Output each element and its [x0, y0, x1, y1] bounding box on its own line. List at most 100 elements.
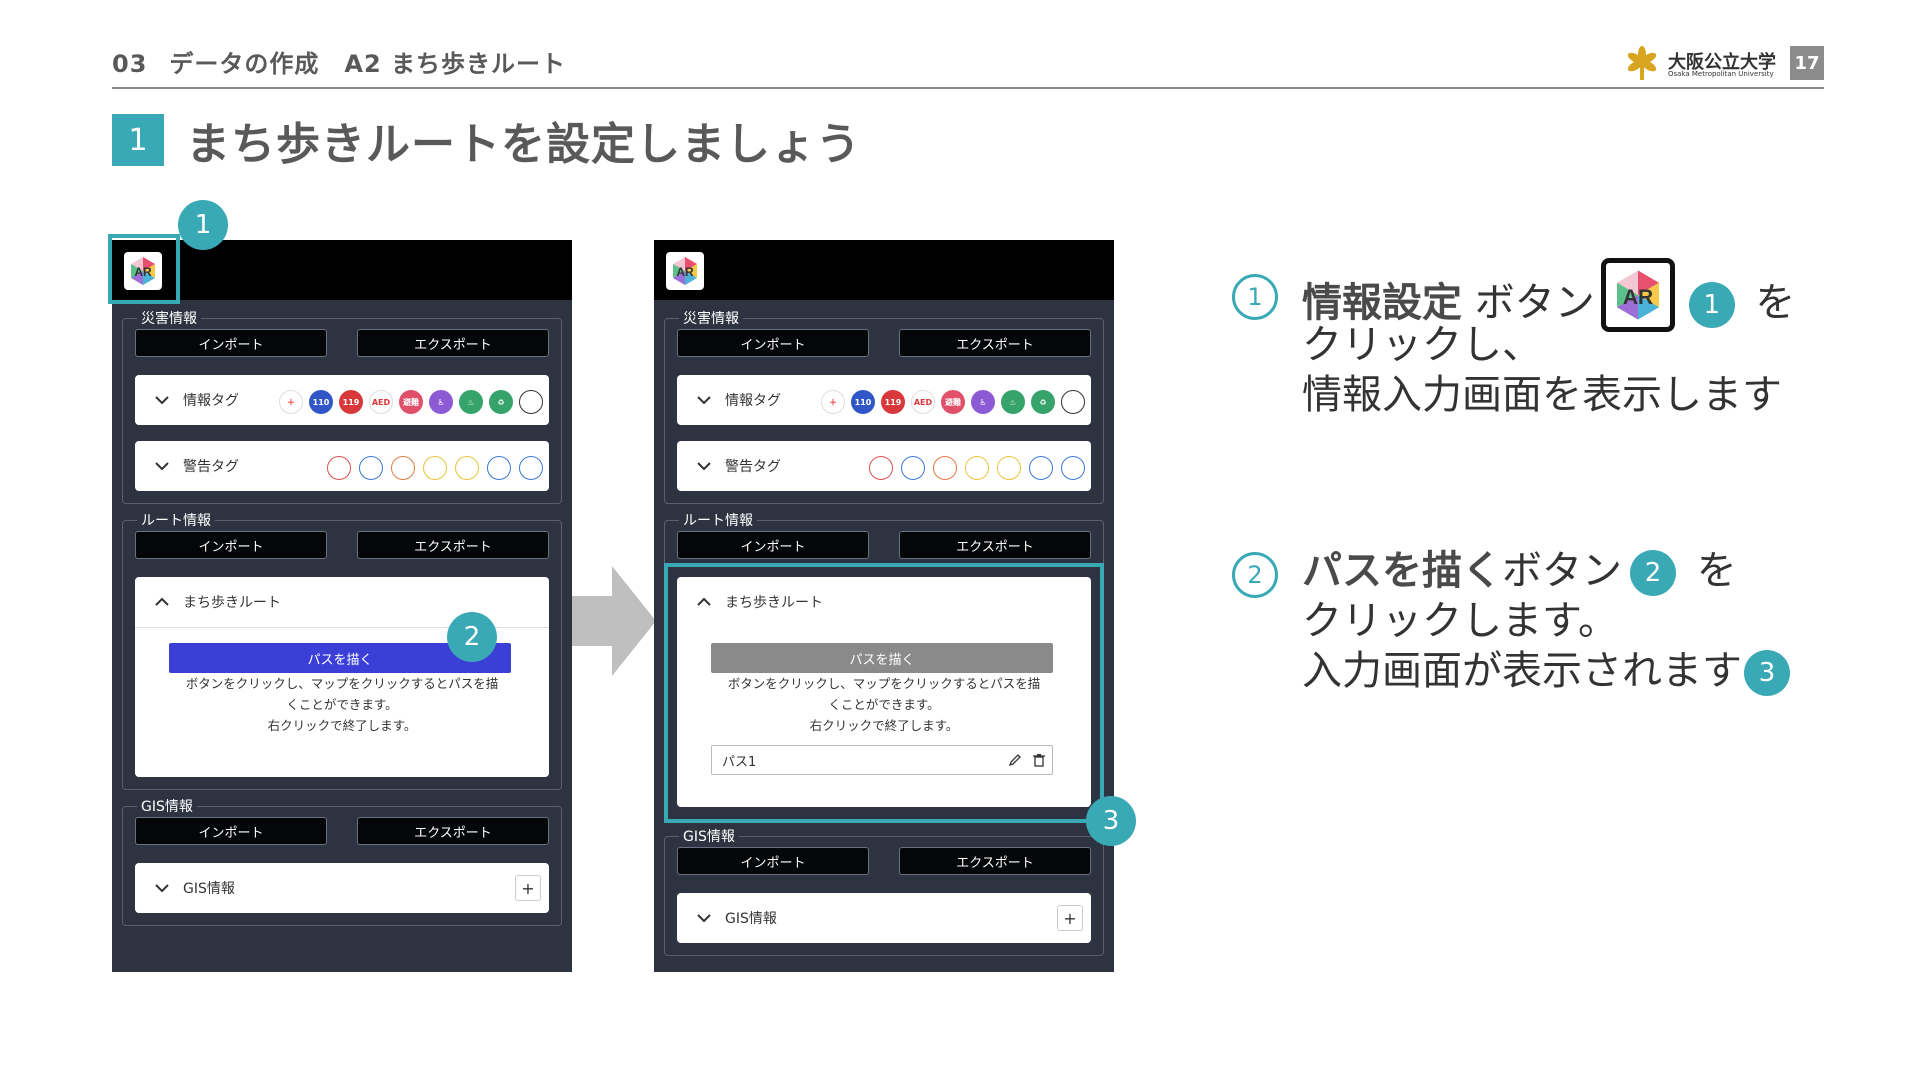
police-tag-icon[interactable]: 110	[309, 390, 333, 414]
step-2-suffix: を	[1684, 548, 1737, 594]
warning-blue3-tag-icon[interactable]	[1061, 456, 1085, 480]
step-2-line3: 入力画面が表示されます	[1302, 648, 1742, 694]
university-logo-icon	[1627, 46, 1657, 80]
step-1-text: 情報設定 ボタン AR 1 を クリックし、 情報入力画面を表示します	[1302, 258, 1796, 420]
help-line-1: ボタンをクリックし、マップをクリックするとパスを描	[185, 676, 499, 691]
info-tag-list: ＋ 110 119 AED 避難 ♿ ♨ ♻	[279, 390, 543, 414]
first-aid-tag-icon[interactable]: ＋	[821, 390, 845, 414]
step-2-number: 2	[1232, 552, 1278, 598]
step-2-badge: 2	[1630, 550, 1676, 596]
info-tag-label: 情報タグ	[183, 393, 239, 409]
warning-yellow2-tag-icon[interactable]	[455, 456, 479, 480]
warning-blue-tag-icon[interactable]	[901, 456, 925, 480]
recycle-tag-icon[interactable]: ♻	[1031, 390, 1055, 414]
add-gis-button[interactable]: +	[515, 875, 541, 901]
warning-red-tag-icon[interactable]	[327, 456, 351, 480]
water-tag-icon[interactable]: ♨	[1001, 390, 1025, 414]
warning-blue2-tag-icon[interactable]	[487, 456, 511, 480]
fire-tag-icon[interactable]: 119	[339, 390, 363, 414]
warning-tag-list	[327, 456, 543, 480]
svg-text:AR: AR	[1623, 286, 1653, 309]
warning-blue3-tag-icon[interactable]	[519, 456, 543, 480]
help-line-2: くことができます。	[286, 697, 398, 712]
gis-card[interactable]: GIS情報 +	[677, 893, 1091, 943]
step-2-text: パスを描くボタン 2 を クリックします。 入力画面が表示されます 3	[1302, 546, 1798, 696]
shelter-tag-icon[interactable]: 避難	[399, 390, 423, 414]
app-screenshot-before: AR 災害情報 インポート エクスポート 情報タグ ＋ 110 119 AED …	[112, 240, 572, 972]
university-logo: 大阪公立大学 Osaka Metropolitan University	[1622, 46, 1792, 82]
gis-group-label: GIS情報	[137, 796, 197, 816]
section-number: 03	[112, 50, 148, 78]
warning-blue2-tag-icon[interactable]	[1029, 456, 1053, 480]
info-tag-label: 情報タグ	[725, 393, 781, 409]
callout-1: 1	[178, 200, 228, 250]
warning-yellow-tag-icon[interactable]	[423, 456, 447, 480]
info-settings-button[interactable]: AR	[666, 252, 704, 290]
route-info-group: ルート情報 インポート エクスポート まち歩きルート パスを描く ボタンをクリッ…	[122, 510, 562, 790]
gis-card[interactable]: GIS情報 +	[135, 863, 549, 913]
add-gis-button[interactable]: +	[1057, 905, 1083, 931]
route-card: まち歩きルート パスを描く ボタンをクリックし、マップをクリックするとパスを描 …	[135, 577, 549, 777]
warning-tag-card[interactable]: 警告タグ	[135, 441, 549, 491]
disaster-import-button[interactable]: インポート	[135, 329, 327, 357]
aed-tag-icon[interactable]: AED	[911, 390, 935, 414]
route-export-button[interactable]: エクスポート	[899, 531, 1091, 559]
section-header: 03 データの作成 A2 まち歩きルート	[112, 44, 566, 79]
route-group-label: ルート情報	[137, 510, 215, 530]
info-tag-card[interactable]: 情報タグ ＋ 110 119 AED 避難 ♿ ♨ ♻	[135, 375, 549, 425]
warning-tag-card[interactable]: 警告タグ	[677, 441, 1091, 491]
gis-group-label: GIS情報	[679, 826, 739, 846]
route-import-button[interactable]: インポート	[135, 531, 327, 559]
warning-blue-tag-icon[interactable]	[359, 456, 383, 480]
route-import-button[interactable]: インポート	[677, 531, 869, 559]
police-tag-icon[interactable]: 110	[851, 390, 875, 414]
warning-red-tag-icon[interactable]	[869, 456, 893, 480]
chevron-down-icon	[155, 396, 169, 405]
step-1-line3: 情報入力画面を表示します	[1302, 372, 1782, 418]
warning-yellow-tag-icon[interactable]	[965, 456, 989, 480]
app-topbar: AR	[654, 240, 1114, 300]
water-tag-icon[interactable]: ♨	[459, 390, 483, 414]
route-export-button[interactable]: エクスポート	[357, 531, 549, 559]
shelter-tag-icon[interactable]: 避難	[941, 390, 965, 414]
disaster-export-button[interactable]: エクスポート	[357, 329, 549, 357]
aed-tag-icon[interactable]: AED	[369, 390, 393, 414]
path-input-highlight	[664, 563, 1104, 823]
help-line-3: 右クリックで終了します。	[267, 718, 417, 733]
first-aid-tag-icon[interactable]: ＋	[279, 390, 303, 414]
gis-export-button[interactable]: エクスポート	[357, 817, 549, 845]
info-settings-highlight	[108, 234, 180, 304]
accessibility-tag-icon[interactable]: ♿	[429, 390, 453, 414]
step-1-badge: 1	[1688, 282, 1735, 328]
ar-app-icon: AR	[1616, 270, 1659, 320]
warning-yellow2-tag-icon[interactable]	[997, 456, 1021, 480]
step-1-suffix: を	[1742, 280, 1796, 326]
gis-import-button[interactable]: インポート	[135, 817, 327, 845]
gis-import-button[interactable]: インポート	[677, 847, 869, 875]
warning-tag-label: 警告タグ	[725, 459, 781, 475]
route-name: まち歩きルート	[183, 595, 281, 611]
gis-item-label: GIS情報	[183, 881, 235, 897]
warning-orange-tag-icon[interactable]	[391, 456, 415, 480]
info-tag-card[interactable]: 情報タグ ＋ 110 119 AED 避難 ♿ ♨ ♻	[677, 375, 1091, 425]
accessibility-tag-icon[interactable]: ♿	[971, 390, 995, 414]
app-topbar: AR	[112, 240, 572, 300]
disaster-import-button[interactable]: インポート	[677, 329, 869, 357]
gis-export-button[interactable]: エクスポート	[899, 847, 1091, 875]
callout-2: 2	[447, 612, 497, 662]
fire-tag-icon[interactable]: 119	[881, 390, 905, 414]
chevron-down-icon	[697, 914, 711, 923]
step-1-number: 1	[1232, 274, 1278, 320]
warning-orange-tag-icon[interactable]	[933, 456, 957, 480]
empty-tag-icon[interactable]	[519, 390, 543, 414]
info-settings-icon-sample: AR	[1600, 258, 1675, 332]
chevron-up-icon	[155, 597, 169, 606]
gis-item-label: GIS情報	[725, 911, 777, 927]
section-title: データの作成 A2 まち歩きルート	[169, 50, 567, 78]
recycle-tag-icon[interactable]: ♻	[489, 390, 513, 414]
arrow-right-icon	[572, 566, 656, 676]
disaster-export-button[interactable]: エクスポート	[899, 329, 1091, 357]
route-group-label: ルート情報	[679, 510, 757, 530]
info-tag-list: ＋ 110 119 AED 避難 ♿ ♨ ♻	[821, 390, 1085, 414]
empty-tag-icon[interactable]	[1061, 390, 1085, 414]
